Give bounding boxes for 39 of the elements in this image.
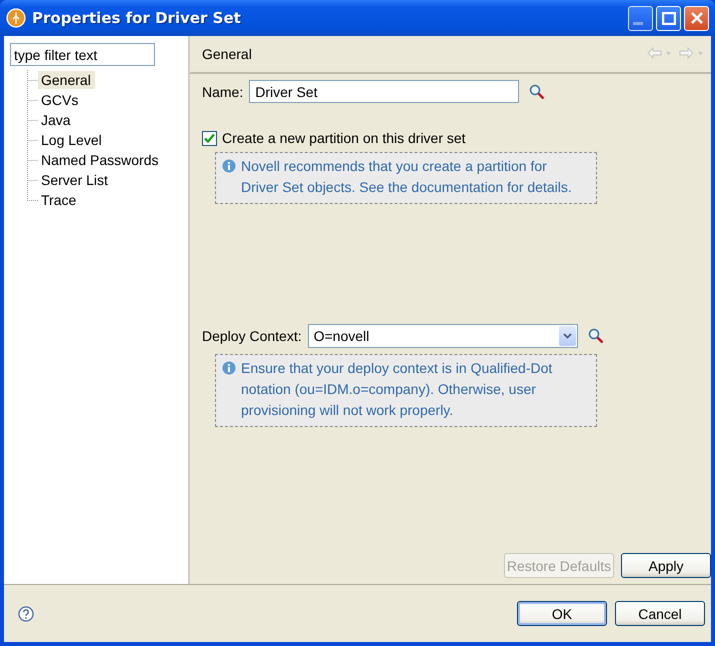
tree-item[interactable]: Java	[38, 111, 75, 129]
window-title: Properties for Driver Set	[32, 9, 242, 27]
tree-line	[26, 150, 38, 170]
minimize-icon	[633, 22, 643, 26]
deploy-context-label: Deploy Context:	[202, 328, 302, 344]
tree-item[interactable]: Log Level	[38, 131, 106, 149]
info-icon	[222, 361, 236, 375]
close-icon	[690, 11, 704, 25]
tree-line	[26, 90, 38, 110]
tree-item[interactable]: General	[38, 71, 95, 89]
app-icon	[6, 8, 26, 28]
apply-button[interactable]: Apply	[621, 553, 711, 578]
name-label: Name:	[202, 84, 244, 100]
checkbox[interactable]	[202, 130, 217, 146]
info-text: Novell recommends that you create a partition for Driver Set objects. See the documentation for details.	[241, 157, 573, 197]
filter-field[interactable]: type filter text	[10, 43, 155, 66]
minimize-button[interactable]	[628, 6, 653, 30]
tree-item[interactable]: GCVs	[38, 91, 82, 109]
deploy-context-dropdown[interactable]: O=novell	[308, 324, 578, 348]
tree-line	[26, 130, 38, 150]
tree-item[interactable]: Server List	[38, 171, 112, 189]
tree-line	[26, 70, 38, 90]
page-title: General	[202, 46, 252, 62]
ok-button[interactable]: OK	[517, 601, 607, 626]
tree-item[interactable]: Named Passwords	[38, 151, 162, 169]
close-button[interactable]	[684, 6, 709, 30]
info-text: Ensure that your deploy context is in Qualified-Dot notation (ou=IDM.o=company). Otherwise, user provisioning will not work properly.	[241, 359, 554, 420]
checkbox-label[interactable]: Create a new partition on this driver set	[222, 130, 466, 146]
info-icon	[222, 159, 236, 173]
tree-item[interactable]: Trace	[38, 191, 80, 209]
tree-line	[26, 110, 38, 130]
search-icon[interactable]	[588, 328, 604, 344]
maximize-button[interactable]	[656, 6, 681, 30]
help-icon[interactable]	[18, 606, 34, 622]
cancel-button[interactable]: Cancel	[615, 601, 705, 626]
search-icon[interactable]	[529, 84, 546, 100]
name-field[interactable]: Driver Set	[249, 80, 520, 103]
maximize-icon	[662, 12, 676, 24]
chevron-icon	[562, 333, 572, 339]
